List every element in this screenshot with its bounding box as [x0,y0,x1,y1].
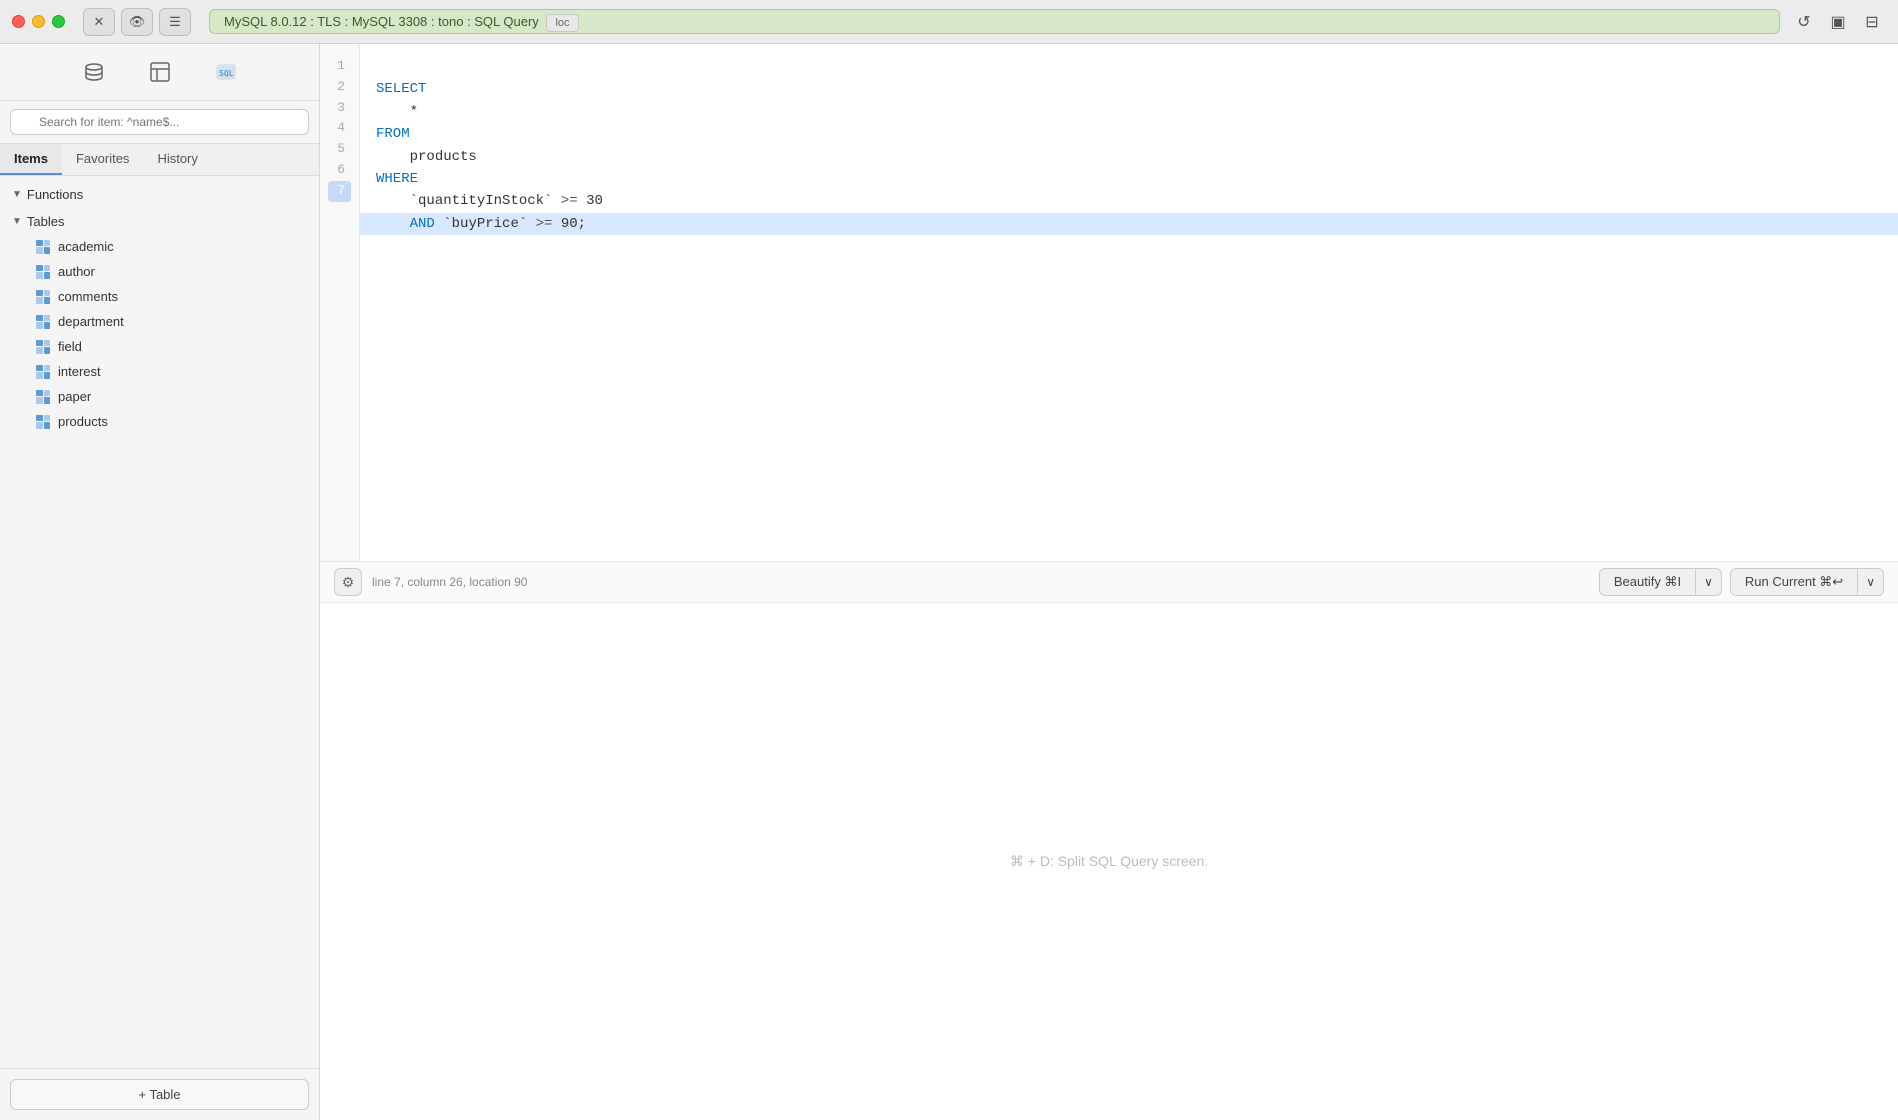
sidebar-item-table-products[interactable]: products [0,409,319,434]
line-num-1: 1 [328,56,351,77]
table-name-comments: comments [58,289,118,304]
tabs-row: Items Favorites History [0,144,319,176]
functions-label: Functions [27,187,83,202]
table-name-field: field [58,339,82,354]
editor-area: 1 2 3 4 5 6 7 SELECT * FROM products WHE… [320,44,1898,1120]
sidebar-item-table-paper[interactable]: paper [0,384,319,409]
beautify-dropdown-button[interactable]: ∨ [1696,568,1722,596]
search-input[interactable] [10,109,309,135]
table-grid-icon [36,340,50,354]
table-name-author: author [58,264,95,279]
table-name-paper: paper [58,389,91,404]
connection-badge: MySQL 8.0.12 : TLS : MySQL 3308 : tono :… [209,9,1780,34]
tab-items[interactable]: Items [0,144,62,175]
table-grid-icon [36,315,50,329]
table-grid-icon [36,365,50,379]
table-items-container: academic author comments department fiel… [0,234,319,434]
sidebar-item-table-academic[interactable]: academic [0,234,319,259]
line-num-2: 2 [328,77,351,98]
layout-single-button[interactable]: ▣ [1824,8,1852,36]
close-tab-button[interactable]: ✕ [83,8,115,36]
layout-split-button[interactable]: ⊟ [1858,8,1886,36]
search-container: 🔍 [0,101,319,144]
preview-button[interactable]: 👁 [121,8,153,36]
run-group: Run Current ⌘↩ ∨ [1730,568,1884,596]
table-name-products: products [58,414,108,429]
main-layout: SQL 🔍 Items Favorites History ▼ Function… [0,44,1898,1120]
result-area: ⌘ + D: Split SQL Query screen. [320,603,1898,1120]
tables-chevron: ▼ [12,216,22,227]
list-button[interactable]: ☰ [159,8,191,36]
gear-button[interactable]: ⚙ [334,568,362,596]
table-grid-icon [36,240,50,254]
line-num-7: 7 [328,181,351,202]
table-name-academic: academic [58,239,114,254]
sidebar-footer: + Table [0,1068,319,1120]
add-table-button[interactable]: + Table [10,1079,309,1110]
sidebar-icons: SQL [0,44,319,101]
editor-statusbar: ⚙ line 7, column 26, location 90 Beautif… [320,561,1898,603]
svg-text:SQL: SQL [219,69,234,78]
search-wrapper: 🔍 [10,109,309,135]
code-content[interactable]: SELECT * FROM products WHERE `quantityIn… [360,44,1898,561]
table-icon-button[interactable] [142,54,178,90]
sidebar-item-table-interest[interactable]: interest [0,359,319,384]
maximize-button[interactable] [52,15,65,28]
close-button[interactable] [12,15,25,28]
code-area[interactable]: 1 2 3 4 5 6 7 SELECT * FROM products WHE… [320,44,1898,561]
loc-badge: loc [546,14,578,32]
table-grid-icon [36,415,50,429]
table-name-interest: interest [58,364,101,379]
tab-history[interactable]: History [143,144,211,175]
sidebar-item-table-comments[interactable]: comments [0,284,319,309]
sidebar-item-table-department[interactable]: department [0,309,319,334]
sidebar-tree: ▼ Functions ▼ Tables academic author [0,176,319,1068]
line-num-4: 4 [328,118,351,139]
table-grid-icon [36,290,50,304]
line-num-6: 6 [328,160,351,181]
database-icon-button[interactable] [76,54,112,90]
line-num-3: 3 [328,98,351,119]
tables-label: Tables [27,214,65,229]
beautify-group: Beautify ⌘I ∨ [1599,568,1722,596]
functions-chevron: ▼ [12,189,22,200]
status-text: line 7, column 26, location 90 [372,575,527,589]
sidebar: SQL 🔍 Items Favorites History ▼ Function… [0,44,320,1120]
table-grid-icon [36,265,50,279]
sql-icon-button[interactable]: SQL [208,54,244,90]
statusbar-right: Beautify ⌘I ∨ Run Current ⌘↩ ∨ [1599,568,1884,596]
line-numbers: 1 2 3 4 5 6 7 [320,44,360,561]
minimize-button[interactable] [32,15,45,28]
sidebar-item-table-author[interactable]: author [0,259,319,284]
titlebar-controls: ✕ 👁 ☰ [83,8,191,36]
run-dropdown-button[interactable]: ∨ [1858,568,1884,596]
traffic-lights [12,15,65,28]
tables-section-header[interactable]: ▼ Tables [0,209,319,234]
refresh-button[interactable]: ↺ [1790,8,1818,36]
run-button[interactable]: Run Current ⌘↩ [1730,568,1858,596]
table-grid-icon [36,390,50,404]
split-hint: ⌘ + D: Split SQL Query screen. [1010,853,1208,870]
add-table-label: + Table [138,1087,180,1102]
titlebar: ✕ 👁 ☰ MySQL 8.0.12 : TLS : MySQL 3308 : … [0,0,1898,44]
sidebar-item-table-field[interactable]: field [0,334,319,359]
tab-favorites[interactable]: Favorites [62,144,143,175]
table-name-department: department [58,314,124,329]
connection-label: MySQL 8.0.12 : TLS : MySQL 3308 : tono :… [224,14,539,29]
beautify-button[interactable]: Beautify ⌘I [1599,568,1696,596]
titlebar-right: ↺ ▣ ⊟ [1790,8,1886,36]
functions-section: ▼ Functions [0,182,319,207]
tables-section: ▼ Tables academic author comments [0,209,319,434]
functions-section-header[interactable]: ▼ Functions [0,182,319,207]
line-num-5: 5 [328,139,351,160]
sql-editor: 1 2 3 4 5 6 7 SELECT * FROM products WHE… [320,44,1898,1120]
